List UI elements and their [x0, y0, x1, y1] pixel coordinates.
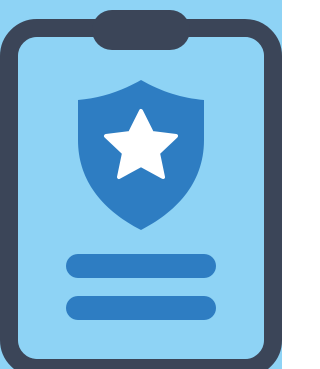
line-2	[66, 296, 216, 320]
icon-svg	[0, 0, 282, 369]
line-1	[66, 254, 216, 278]
clip-top	[92, 10, 190, 50]
clipboard-badge-icon	[0, 0, 282, 369]
